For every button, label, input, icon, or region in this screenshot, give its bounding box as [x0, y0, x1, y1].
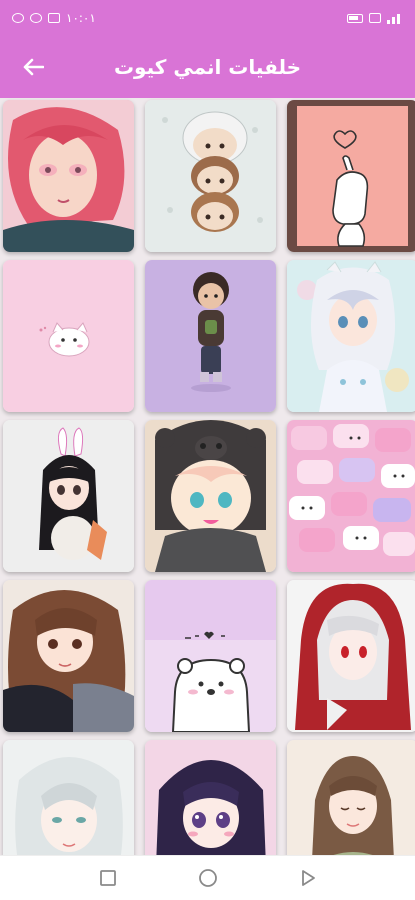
wallpaper-tile[interactable]	[3, 740, 134, 855]
arrow-left-icon	[23, 58, 44, 76]
messenger-icon	[12, 13, 24, 23]
home-button[interactable]	[193, 863, 223, 893]
recents-button[interactable]	[93, 863, 123, 893]
wallpaper-tile[interactable]	[3, 580, 134, 732]
wallpaper-tile[interactable]	[3, 100, 134, 252]
navigation-bar	[0, 855, 415, 900]
alarm-icon	[30, 13, 42, 23]
wallpaper-tile[interactable]	[287, 420, 415, 572]
wallpaper-tile[interactable]	[3, 260, 134, 412]
app-bar: خلفيات انمي كيوت	[0, 36, 415, 98]
wallpaper-tile[interactable]	[145, 260, 276, 412]
wallpaper-grid-container[interactable]	[0, 98, 415, 855]
wallpaper-image	[3, 100, 134, 252]
back-button[interactable]	[20, 54, 46, 80]
wallpaper-tile[interactable]	[287, 260, 415, 412]
wallpaper-tile[interactable]	[287, 740, 415, 855]
status-time: ١٠:٠١	[66, 11, 96, 25]
wallpaper-tile[interactable]	[145, 580, 276, 732]
battery-icon	[347, 13, 363, 23]
wallpaper-tile[interactable]	[3, 420, 134, 572]
signal-icon	[387, 12, 403, 24]
wallpaper-tile[interactable]	[287, 580, 415, 732]
wallpaper-grid	[0, 98, 415, 855]
status-left: ١٠:٠١	[12, 11, 96, 25]
status-bar: ١٠:٠١	[0, 0, 415, 36]
triangle-back-icon	[301, 870, 315, 886]
wallpaper-tile[interactable]	[287, 100, 415, 252]
wifi-icon	[369, 13, 381, 23]
square-icon	[99, 870, 116, 886]
status-right	[347, 12, 403, 24]
circle-icon	[198, 869, 217, 887]
system-back-button[interactable]	[293, 863, 323, 893]
wallpaper-tile[interactable]	[145, 100, 276, 252]
wallpaper-tile[interactable]	[145, 420, 276, 572]
notification-icon	[48, 13, 60, 23]
page-title: خلفيات انمي كيوت	[113, 55, 302, 79]
wallpaper-tile[interactable]	[145, 740, 276, 855]
